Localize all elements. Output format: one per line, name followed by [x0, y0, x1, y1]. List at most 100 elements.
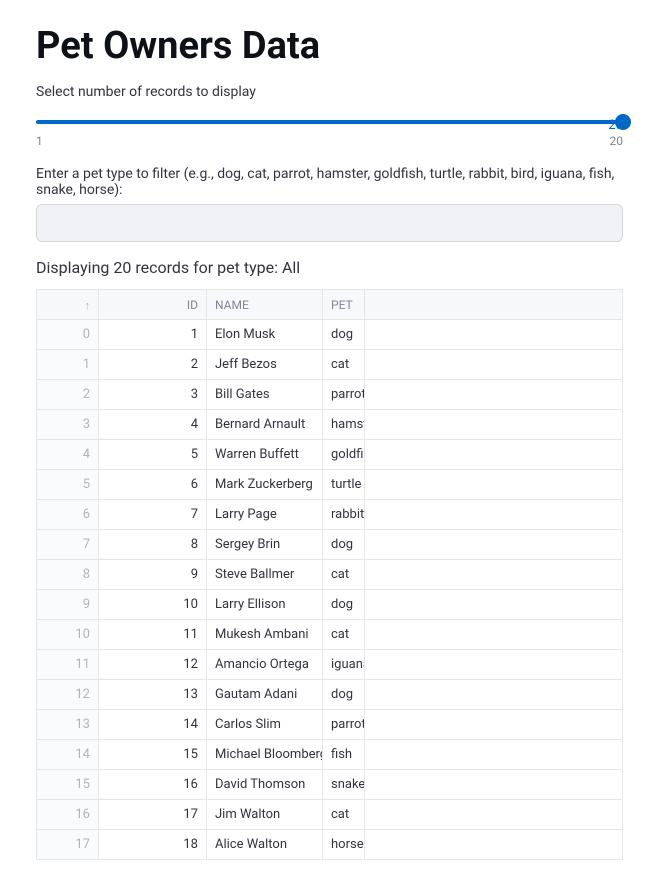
cell-id: 12 [99, 650, 207, 680]
cell-index: 6 [37, 500, 99, 530]
records-slider[interactable]: 20 [36, 120, 623, 124]
cell-pet: parrot [323, 710, 365, 740]
sort-asc-icon: ↑ [85, 299, 91, 312]
cell-pet: cat [323, 800, 365, 830]
cell-blank [365, 770, 623, 800]
cell-pet: goldfish [323, 440, 365, 470]
slider-thumb[interactable] [615, 114, 631, 130]
table-row[interactable]: 910Larry Ellisondog [37, 590, 623, 620]
cell-name: Elon Musk [207, 320, 323, 350]
pet-owners-table[interactable]: ↑ ID NAME PET 01Elon Muskdog12Jeff Bezos… [36, 289, 623, 860]
slider-track[interactable] [36, 120, 623, 124]
cell-name: Bill Gates [207, 380, 323, 410]
cell-index: 11 [37, 650, 99, 680]
col-index[interactable]: ↑ [37, 290, 99, 320]
cell-name: Jim Walton [207, 800, 323, 830]
cell-pet: iguana [323, 650, 365, 680]
cell-index: 7 [37, 530, 99, 560]
cell-pet: snake [323, 770, 365, 800]
table-row[interactable]: 01Elon Muskdog [37, 320, 623, 350]
cell-pet: dog [323, 530, 365, 560]
table-row[interactable]: 12Jeff Bezoscat [37, 350, 623, 380]
status-text: Displaying 20 records for pet type: All [36, 258, 623, 277]
col-blank [365, 290, 623, 320]
cell-name: Gautam Adani [207, 680, 323, 710]
col-id[interactable]: ID [99, 290, 207, 320]
cell-name: Larry Page [207, 500, 323, 530]
table-row[interactable]: 45Warren Buffettgoldfish [37, 440, 623, 470]
cell-name: Steve Ballmer [207, 560, 323, 590]
cell-blank [365, 620, 623, 650]
cell-id: 17 [99, 800, 207, 830]
cell-pet: cat [323, 560, 365, 590]
cell-id: 6 [99, 470, 207, 500]
cell-name: Bernard Arnault [207, 410, 323, 440]
table-row[interactable]: 23Bill Gatesparrot [37, 380, 623, 410]
cell-index: 14 [37, 740, 99, 770]
table-row[interactable]: 89Steve Ballmercat [37, 560, 623, 590]
pet-type-filter-input[interactable] [36, 204, 623, 242]
cell-blank [365, 710, 623, 740]
cell-id: 4 [99, 410, 207, 440]
table-row[interactable]: 1617Jim Waltoncat [37, 800, 623, 830]
cell-index: 0 [37, 320, 99, 350]
table-row[interactable]: 56Mark Zuckerbergturtle [37, 470, 623, 500]
cell-name: Jeff Bezos [207, 350, 323, 380]
cell-pet: dog [323, 590, 365, 620]
table-header-row: ↑ ID NAME PET [37, 290, 623, 320]
cell-name: Sergey Brin [207, 530, 323, 560]
table-row[interactable]: 34Bernard Arnaulthamster [37, 410, 623, 440]
table-row[interactable]: 1213Gautam Adanidog [37, 680, 623, 710]
table-row[interactable]: 67Larry Pagerabbit [37, 500, 623, 530]
cell-pet: dog [323, 320, 365, 350]
cell-blank [365, 410, 623, 440]
table-row[interactable]: 1314Carlos Slimparrot [37, 710, 623, 740]
cell-pet: hamster [323, 410, 365, 440]
cell-blank [365, 320, 623, 350]
col-pet[interactable]: PET [323, 290, 365, 320]
cell-id: 3 [99, 380, 207, 410]
slider-max-tick: 20 [610, 134, 624, 148]
cell-pet: cat [323, 620, 365, 650]
cell-blank [365, 650, 623, 680]
table-row[interactable]: 78Sergey Brindog [37, 530, 623, 560]
cell-id: 16 [99, 770, 207, 800]
cell-blank [365, 530, 623, 560]
cell-index: 4 [37, 440, 99, 470]
cell-id: 15 [99, 740, 207, 770]
page-title: Pet Owners Data [36, 24, 623, 68]
cell-blank [365, 560, 623, 590]
slider-min-tick: 1 [36, 134, 43, 148]
cell-name: Mukesh Ambani [207, 620, 323, 650]
table-row[interactable]: 1011Mukesh Ambanicat [37, 620, 623, 650]
cell-id: 14 [99, 710, 207, 740]
cell-index: 17 [37, 830, 99, 860]
cell-index: 3 [37, 410, 99, 440]
cell-name: Amancio Ortega [207, 650, 323, 680]
cell-index: 15 [37, 770, 99, 800]
cell-blank [365, 800, 623, 830]
cell-name: Alice Walton [207, 830, 323, 860]
cell-name: Warren Buffett [207, 440, 323, 470]
cell-pet: fish [323, 740, 365, 770]
cell-index: 13 [37, 710, 99, 740]
cell-blank [365, 830, 623, 860]
cell-id: 11 [99, 620, 207, 650]
cell-name: David Thomson [207, 770, 323, 800]
cell-pet: dog [323, 680, 365, 710]
cell-name: Mark Zuckerberg [207, 470, 323, 500]
table-row[interactable]: 1718Alice Waltonhorse [37, 830, 623, 860]
cell-blank [365, 590, 623, 620]
cell-name: Michael Bloomberg [207, 740, 323, 770]
cell-id: 13 [99, 680, 207, 710]
cell-blank [365, 470, 623, 500]
table-row[interactable]: 1112Amancio Ortegaiguana [37, 650, 623, 680]
cell-pet: horse [323, 830, 365, 860]
cell-index: 8 [37, 560, 99, 590]
cell-index: 12 [37, 680, 99, 710]
col-name[interactable]: NAME [207, 290, 323, 320]
table-row[interactable]: 1415Michael Bloombergfish [37, 740, 623, 770]
table-row[interactable]: 1516David Thomsonsnake [37, 770, 623, 800]
cell-blank [365, 500, 623, 530]
cell-pet: rabbit [323, 500, 365, 530]
